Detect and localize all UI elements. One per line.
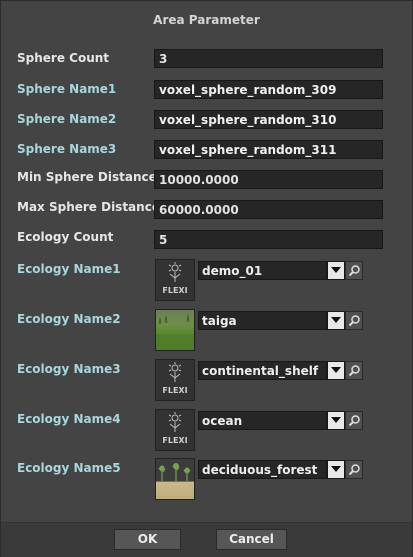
ecology-count-field[interactable]: 5 (154, 230, 383, 249)
sphere-count-label: Sphere Count (17, 51, 110, 65)
ecology-row-3: Ecology Name3 FLEXI continental_shelf (1, 359, 412, 403)
chevron-down-icon[interactable] (327, 311, 345, 330)
sphere-name1-label: Sphere Name1 (17, 82, 117, 96)
ecology-name5-select[interactable]: deciduous_forest (198, 460, 327, 479)
magnifier-icon[interactable] (345, 261, 363, 280)
chevron-down-icon[interactable] (327, 361, 345, 380)
ecology-count-label: Ecology Count (17, 230, 114, 244)
magnifier-icon[interactable] (345, 460, 363, 479)
chevron-down-icon[interactable] (327, 261, 345, 280)
min-sphere-distance-field[interactable]: 10000.0000 (154, 170, 383, 189)
svg-text:FLEXI: FLEXI (162, 286, 187, 295)
svg-text:FLEXI: FLEXI (162, 386, 187, 395)
ecology-name3-select[interactable]: continental_shelf (198, 361, 327, 380)
ecology-row-4: Ecology Name4 FLEXI ocean (1, 409, 412, 453)
sphere-name2-label: Sphere Name2 (17, 112, 117, 126)
dialog-title: Area Parameter (153, 13, 260, 27)
min-sphere-distance-label: Min Sphere Distance (17, 170, 157, 184)
sphere-name2-field[interactable]: voxel_sphere_random_310 (154, 110, 383, 129)
grass-image-icon (155, 309, 195, 351)
ecology-name4-select[interactable]: ocean (198, 411, 327, 430)
flexi-logo-icon: FLEXI (155, 409, 195, 451)
svg-text:FLEXI: FLEXI (162, 436, 187, 445)
chevron-down-icon[interactable] (327, 460, 345, 479)
ecology-name5-label: Ecology Name5 (17, 461, 121, 475)
sphere-count-field[interactable]: 3 (154, 49, 383, 68)
magnifier-icon[interactable] (345, 311, 363, 330)
ok-button[interactable]: OK (114, 529, 181, 550)
area-parameter-dialog: Area Parameter Sphere Count 3 Sphere Nam… (0, 0, 413, 557)
max-sphere-distance-label: Max Sphere Distance (17, 200, 160, 214)
magnifier-icon[interactable] (345, 361, 363, 380)
ecology-name1-select[interactable]: demo_01 (198, 261, 327, 280)
chevron-down-icon[interactable] (327, 411, 345, 430)
forest-image-icon (155, 458, 195, 500)
sphere-name3-field[interactable]: voxel_sphere_random_311 (154, 140, 383, 159)
max-sphere-distance-field[interactable]: 60000.0000 (154, 200, 383, 219)
ecology-name4-label: Ecology Name4 (17, 412, 121, 426)
flexi-logo-icon: FLEXI (155, 359, 195, 401)
ecology-row-1: Ecology Name1 FLEXI demo_01 (1, 259, 412, 303)
dialog-footer: OK Cancel (1, 522, 412, 557)
magnifier-icon[interactable] (345, 411, 363, 430)
ecology-name3-label: Ecology Name3 (17, 362, 121, 376)
flexi-logo-icon: FLEXI (155, 259, 195, 301)
sphere-name3-label: Sphere Name3 (17, 142, 117, 156)
sphere-name1-field[interactable]: voxel_sphere_random_309 (154, 80, 383, 99)
ecology-name1-label: Ecology Name1 (17, 262, 121, 276)
cancel-button[interactable]: Cancel (216, 529, 287, 550)
ecology-row-5: Ecology Name5 deciduous_forest (1, 458, 412, 502)
ecology-name2-label: Ecology Name2 (17, 312, 121, 326)
ecology-row-2: Ecology Name2 taiga (1, 309, 412, 353)
ecology-name2-select[interactable]: taiga (198, 311, 327, 330)
